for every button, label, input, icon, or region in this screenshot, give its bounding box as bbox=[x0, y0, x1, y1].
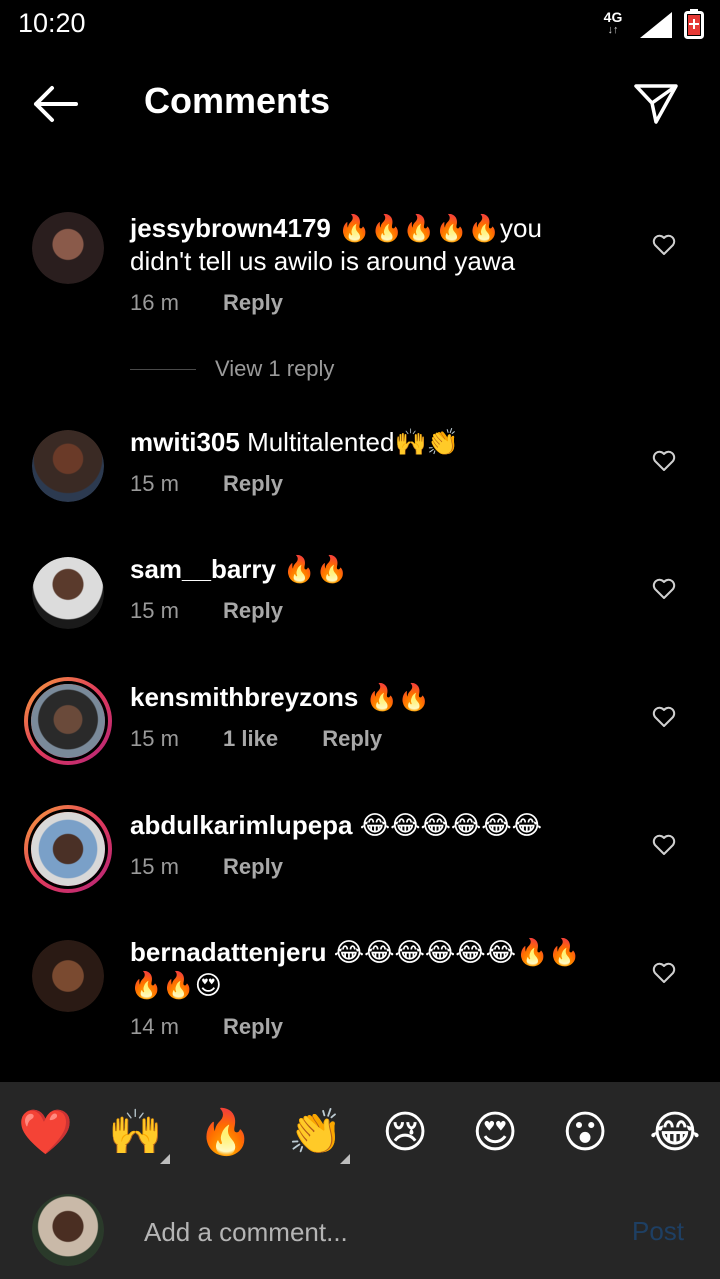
reply-button[interactable]: Reply bbox=[223, 1014, 283, 1040]
likes-count[interactable]: 1 like bbox=[223, 726, 278, 752]
quick-reaction-raised-hands[interactable]: 🙌 bbox=[108, 1106, 170, 1164]
skin-tone-indicator-icon bbox=[340, 1154, 350, 1164]
avatar[interactable] bbox=[32, 557, 104, 629]
reply-button[interactable]: Reply bbox=[223, 471, 283, 497]
comment-username[interactable]: mwiti305 bbox=[130, 427, 240, 457]
direct-message-icon[interactable] bbox=[632, 82, 680, 126]
comment-text: kensmithbreyzons 🔥🔥 bbox=[130, 681, 610, 714]
post-button[interactable]: Post bbox=[632, 1216, 684, 1247]
comment-text: sam__barry 🔥🔥 bbox=[130, 553, 610, 586]
comment-meta: 15 m 1 like Reply bbox=[130, 726, 610, 756]
data-arrows-icon: ↓↑ bbox=[607, 24, 619, 36]
comment-username[interactable]: sam__barry bbox=[130, 554, 276, 584]
comment-username[interactable]: kensmithbreyzons bbox=[130, 682, 358, 712]
heart-icon[interactable] bbox=[652, 962, 676, 984]
comment-message: Multitalented🙌👏 bbox=[247, 427, 460, 457]
current-user-avatar bbox=[32, 1194, 104, 1266]
comment-time: 15 m bbox=[130, 471, 179, 496]
comment-message: 🔥🔥 bbox=[365, 682, 431, 712]
comment-text: jessybrown4179 🔥🔥🔥🔥🔥you didn't tell us a… bbox=[130, 212, 610, 278]
divider bbox=[130, 369, 196, 370]
comment-time: 16 m bbox=[130, 290, 179, 315]
heart-icon[interactable] bbox=[652, 834, 676, 856]
comment-body: sam__barry 🔥🔥 15 m Reply bbox=[130, 553, 610, 628]
comment-time: 15 m bbox=[130, 726, 179, 751]
comment-meta: 15 m Reply bbox=[130, 854, 610, 884]
reply-button[interactable]: Reply bbox=[223, 854, 283, 880]
quick-reaction-surprised[interactable]: 😮 bbox=[558, 1106, 612, 1160]
view-replies-label: View 1 reply bbox=[215, 356, 335, 381]
network-indicator: 4G ↓↑ bbox=[600, 10, 626, 40]
emoji-label: 🙌 bbox=[108, 1108, 163, 1157]
comment-body: abdulkarimlupepa 😂😂😂😂😂😂 15 m Reply bbox=[130, 809, 610, 884]
comment-username[interactable]: abdulkarimlupepa bbox=[130, 810, 353, 840]
heart-icon[interactable] bbox=[652, 234, 676, 256]
quick-reaction-fire[interactable]: 🔥 bbox=[198, 1106, 253, 1160]
reply-button[interactable]: Reply bbox=[223, 290, 283, 316]
quick-reaction-clap[interactable]: 👏 bbox=[288, 1106, 350, 1164]
comment-username[interactable]: jessybrown4179 bbox=[130, 213, 331, 243]
comment-time: 14 m bbox=[130, 1014, 179, 1039]
comment-time: 15 m bbox=[130, 854, 179, 879]
emoji-label: 👏 bbox=[288, 1108, 343, 1157]
avatar-with-story-ring[interactable] bbox=[24, 677, 112, 765]
heart-icon[interactable] bbox=[652, 706, 676, 728]
quick-reaction-laughing[interactable]: 😂 bbox=[648, 1106, 702, 1160]
comment-time: 15 m bbox=[130, 598, 179, 623]
signal-icon bbox=[640, 12, 672, 38]
comment-meta: 14 m Reply bbox=[130, 1014, 610, 1044]
comment-body: mwiti305 Multitalented🙌👏 15 m Reply bbox=[130, 426, 610, 501]
page-title: Comments bbox=[144, 80, 331, 121]
add-comment-input[interactable] bbox=[144, 1212, 614, 1252]
comment-body: kensmithbreyzons 🔥🔥 15 m 1 like Reply bbox=[130, 681, 610, 756]
avatar[interactable] bbox=[32, 212, 104, 284]
comment-text: abdulkarimlupepa 😂😂😂😂😂😂 bbox=[130, 809, 610, 842]
reply-button[interactable]: Reply bbox=[322, 726, 382, 752]
comment-body: jessybrown4179 🔥🔥🔥🔥🔥you didn't tell us a… bbox=[130, 212, 610, 320]
reply-button[interactable]: Reply bbox=[223, 598, 283, 624]
comment-message: 😂😂😂😂😂😂 bbox=[359, 810, 543, 840]
comment-message: 🔥🔥 bbox=[283, 554, 348, 584]
comment-meta: 16 m Reply bbox=[130, 290, 610, 320]
status-bar: 10:20 4G ↓↑ bbox=[0, 0, 720, 50]
avatar[interactable] bbox=[32, 430, 104, 502]
comment-meta: 15 m Reply bbox=[130, 598, 610, 628]
comment-text: bernadattenjeru 😂😂😂😂😂😂🔥🔥🔥🔥😍 bbox=[130, 936, 610, 1002]
avatar[interactable] bbox=[32, 940, 104, 1012]
comments-screen: 10:20 4G ↓↑ Comments jessybrown4179 🔥🔥🔥🔥… bbox=[0, 0, 720, 1279]
quick-reaction-crying[interactable]: 😢 bbox=[378, 1106, 432, 1160]
avatar-with-story-ring[interactable] bbox=[24, 805, 112, 893]
header: Comments bbox=[0, 62, 720, 146]
network-type: 4G bbox=[603, 9, 623, 25]
skin-tone-indicator-icon bbox=[160, 1154, 170, 1164]
comment-text: mwiti305 Multitalented🙌👏 bbox=[130, 426, 610, 459]
status-time: 10:20 bbox=[18, 8, 86, 38]
quick-reaction-heart[interactable]: ❤️ bbox=[18, 1106, 73, 1160]
quick-reaction-heart-eyes[interactable]: 😍 bbox=[468, 1106, 522, 1160]
comment-username[interactable]: bernadattenjeru bbox=[130, 937, 327, 967]
comment-composer: ❤️ 🙌 🔥 👏 😢 😍 😮 😂 Post bbox=[0, 1082, 720, 1279]
back-arrow-icon[interactable] bbox=[30, 84, 80, 124]
battery-icon bbox=[684, 9, 704, 39]
heart-icon[interactable] bbox=[652, 578, 676, 600]
comment-meta: 15 m Reply bbox=[130, 471, 610, 501]
comment-body: bernadattenjeru 😂😂😂😂😂😂🔥🔥🔥🔥😍 14 m Reply bbox=[130, 936, 610, 1044]
heart-icon[interactable] bbox=[652, 450, 676, 472]
